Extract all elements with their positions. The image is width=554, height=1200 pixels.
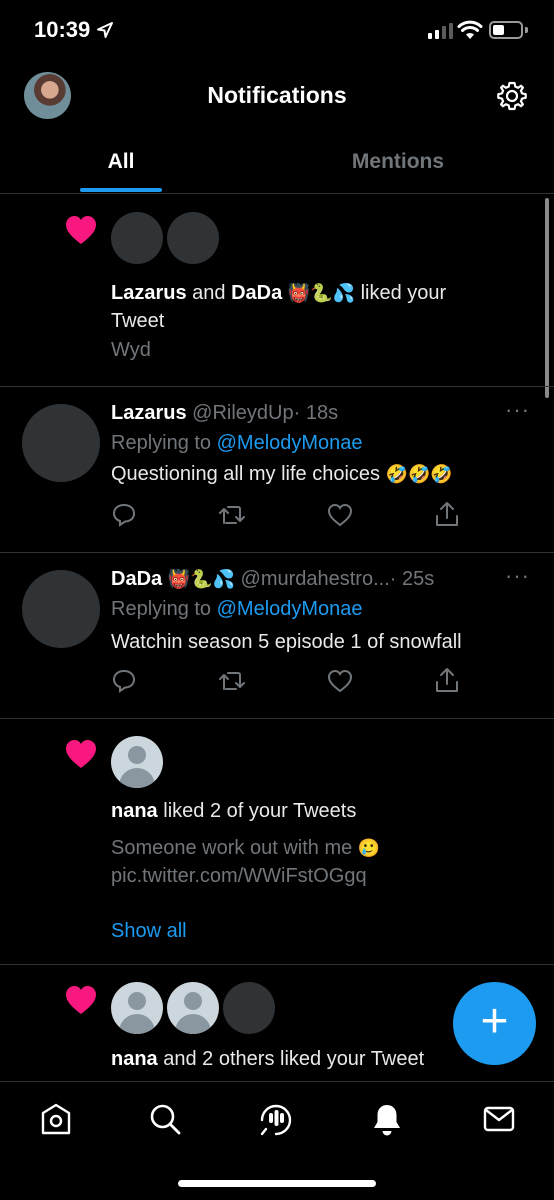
home-indicator	[178, 1180, 376, 1187]
tab-bar: All Mentions	[0, 132, 554, 194]
notifications-feed: Lazarus and DaDa 👹🐍💦 liked your Tweet Wy…	[0, 195, 554, 1081]
like-icon[interactable]	[327, 669, 353, 693]
actor-name[interactable]: Lazarus	[111, 282, 187, 304]
home-icon[interactable]	[39, 1102, 73, 1136]
notification-item-like[interactable]: nana liked 2 of your Tweets Someone work…	[0, 719, 554, 965]
heart-icon	[66, 986, 96, 1014]
search-icon[interactable]	[148, 1102, 182, 1136]
actor-name[interactable]: nana	[111, 800, 158, 822]
replying-to-link[interactable]: @MelodyMonae	[217, 432, 363, 454]
tab-all[interactable]: All	[80, 150, 162, 174]
active-tab-indicator	[80, 188, 162, 192]
action-text: liked your	[360, 282, 447, 304]
replying-to-link[interactable]: @MelodyMonae	[217, 598, 363, 620]
actor-name[interactable]: DaDa	[231, 282, 282, 304]
more-options-icon[interactable]: ···	[505, 397, 530, 423]
header: Notifications	[0, 62, 554, 132]
notifications-icon[interactable]	[370, 1102, 404, 1138]
avatar[interactable]	[22, 404, 100, 482]
avatar[interactable]	[22, 570, 100, 648]
actor-emoji: 👹🐍💦	[287, 283, 356, 304]
notification-item-reply[interactable]: Lazarus @RileydUp· 18s ··· Replying to @…	[0, 387, 554, 553]
show-all-link[interactable]: Show all	[111, 917, 187, 945]
like-icon[interactable]	[327, 503, 353, 527]
retweet-icon[interactable]	[218, 503, 246, 527]
notification-item-reply[interactable]: DaDa 👹🐍💦 @murdahestro...· 25s ··· Replyi…	[0, 553, 554, 719]
action-text-line2: Tweet	[111, 310, 165, 332]
avatar[interactable]	[167, 212, 219, 264]
spaces-icon[interactable]	[258, 1102, 294, 1138]
reply-icon[interactable]	[111, 668, 137, 694]
share-icon[interactable]	[434, 666, 460, 694]
tweet-snippet: Wyd	[111, 339, 151, 361]
tweet-text: Watchin season 5 episode 1 of snowfall	[111, 631, 462, 653]
actor-name[interactable]: nana	[111, 1048, 158, 1070]
avatar[interactable]	[111, 736, 163, 788]
heart-icon	[66, 740, 96, 768]
compose-tweet-button[interactable]: +	[453, 982, 536, 1065]
battery-icon	[489, 21, 523, 39]
tweet-emoji: 🥲	[357, 838, 381, 859]
gear-icon[interactable]	[496, 80, 528, 112]
retweet-icon[interactable]	[218, 669, 246, 693]
replying-to-label: Replying to	[111, 432, 212, 454]
notification-item-like[interactable]: Lazarus and DaDa 👹🐍💦 liked your Tweet Wy…	[0, 195, 554, 387]
tweet-snippet: Someone work out with me	[111, 837, 353, 859]
avatar[interactable]	[111, 982, 163, 1034]
tweet-snippet-link: pic.twitter.com/WWiFstOGgq	[111, 865, 367, 887]
more-options-icon[interactable]: ···	[505, 563, 530, 589]
messages-icon[interactable]	[482, 1102, 516, 1136]
user-name[interactable]: Lazarus	[111, 402, 187, 424]
status-bar: 10:39	[0, 0, 554, 62]
timestamp: · 25s	[389, 568, 435, 590]
avatar[interactable]	[111, 212, 163, 264]
tab-mentions[interactable]: Mentions	[330, 150, 466, 174]
wifi-icon	[457, 20, 483, 39]
timestamp: · 18s	[293, 402, 339, 424]
user-handle: @RileydUp	[192, 402, 294, 424]
action-text: and 2 others liked your Tweet	[163, 1048, 425, 1070]
tweet-emoji: 🤣🤣🤣	[385, 464, 453, 485]
signal-icon	[428, 23, 453, 39]
page-title: Notifications	[207, 82, 347, 108]
tweet-text: Questioning all my life choices	[111, 463, 381, 485]
replying-to-label: Replying to	[111, 598, 212, 620]
location-arrow-icon	[97, 22, 113, 38]
share-icon[interactable]	[434, 500, 460, 528]
action-text: liked 2 of your Tweets	[163, 800, 357, 822]
avatar[interactable]	[167, 982, 219, 1034]
heart-icon	[66, 216, 96, 244]
reply-icon[interactable]	[111, 502, 137, 528]
user-name[interactable]: DaDa	[111, 568, 162, 590]
plus-icon: +	[480, 995, 509, 1048]
user-emoji: 👹🐍💦	[167, 569, 235, 590]
status-time: 10:39	[34, 17, 91, 42]
avatar[interactable]	[223, 982, 275, 1034]
user-handle: @murdahestro...	[240, 568, 390, 590]
